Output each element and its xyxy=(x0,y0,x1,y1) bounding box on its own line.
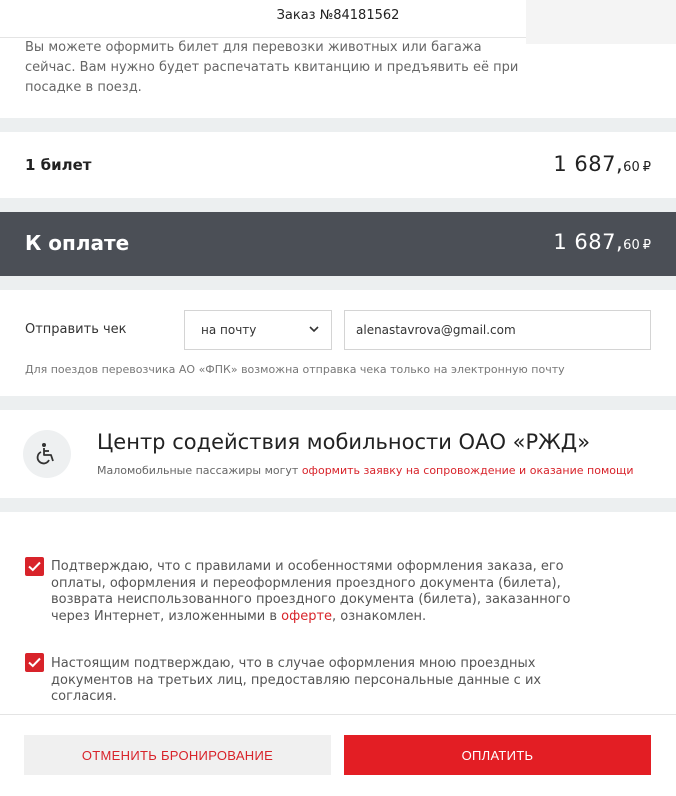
wheelchair-icon xyxy=(23,430,71,478)
mobility-center-section: Центр содействия мобильности ОАО «РЖД» М… xyxy=(0,410,676,498)
email-field[interactable] xyxy=(344,310,651,350)
total-price: 1 687,60 ₽ xyxy=(553,230,651,254)
cancel-booking-button[interactable]: ОТМЕНИТЬ БРОНИРОВАНИЕ xyxy=(24,735,331,775)
to-pay-label: К оплате xyxy=(25,231,130,255)
ruble-sign: ₽ xyxy=(642,238,651,253)
mobility-request-link[interactable]: оформить заявку на сопровождение и оказа… xyxy=(302,464,634,477)
check-icon xyxy=(28,657,41,668)
tickets-price-main: 1 687, xyxy=(553,152,624,176)
mobility-center-title: Центр содействия мобильности ОАО «РЖД» xyxy=(97,430,591,454)
section-divider xyxy=(0,276,676,290)
notice-text: Вы можете оформить билет для перевозки ж… xyxy=(25,40,519,95)
header-side-box xyxy=(526,0,676,44)
section-divider xyxy=(0,198,676,212)
tickets-summary-row: 1 билет 1 687,60 ₽ xyxy=(0,132,676,198)
offer-agreement-text: Подтверждаю, что с правилами и особеннос… xyxy=(51,559,591,625)
section-divider xyxy=(0,498,676,512)
chevron-down-icon xyxy=(309,326,319,333)
receipt-method-select[interactable]: на почту xyxy=(184,310,332,350)
offer-agreement-checkbox[interactable] xyxy=(25,557,44,576)
offer-link[interactable]: оферте xyxy=(281,609,332,624)
order-header: Заказ №84181562 xyxy=(0,0,676,44)
receipt-section: Отправить чек на почту Для поездов перев… xyxy=(0,290,676,396)
send-receipt-label: Отправить чек xyxy=(25,322,127,337)
action-footer: ОТМЕНИТЬ БРОНИРОВАНИЕ ОПЛАТИТЬ xyxy=(0,716,676,796)
tickets-count-label: 1 билет xyxy=(25,156,92,174)
personal-data-checkbox[interactable] xyxy=(25,653,44,672)
personal-data-text: Настоящим подтверждаю, что в случае офор… xyxy=(51,656,542,704)
receipt-method-value: на почту xyxy=(201,323,257,337)
receipt-hint: Для поездов перевозчика АО «ФПК» возможн… xyxy=(25,363,565,376)
tickets-price-cents: 60 xyxy=(623,160,640,175)
pay-button[interactable]: ОПЛАТИТЬ xyxy=(344,735,651,775)
section-divider xyxy=(0,396,676,410)
tickets-price: 1 687,60 ₽ xyxy=(553,152,651,176)
offer-agreement-suffix: , ознакомлен. xyxy=(332,608,427,624)
check-icon xyxy=(28,561,41,572)
mobility-sub-prefix: Маломобильные пассажиры могут xyxy=(97,464,302,477)
section-divider xyxy=(0,118,676,132)
ruble-sign: ₽ xyxy=(642,160,651,175)
total-price-main: 1 687, xyxy=(553,230,624,254)
total-to-pay-row: К оплате 1 687,60 ₽ xyxy=(0,212,676,276)
mobility-center-subtitle: Маломобильные пассажиры могут оформить з… xyxy=(97,464,633,477)
total-price-cents: 60 xyxy=(623,238,640,253)
agreements-section: Подтверждаю, что с правилами и особеннос… xyxy=(0,512,676,715)
